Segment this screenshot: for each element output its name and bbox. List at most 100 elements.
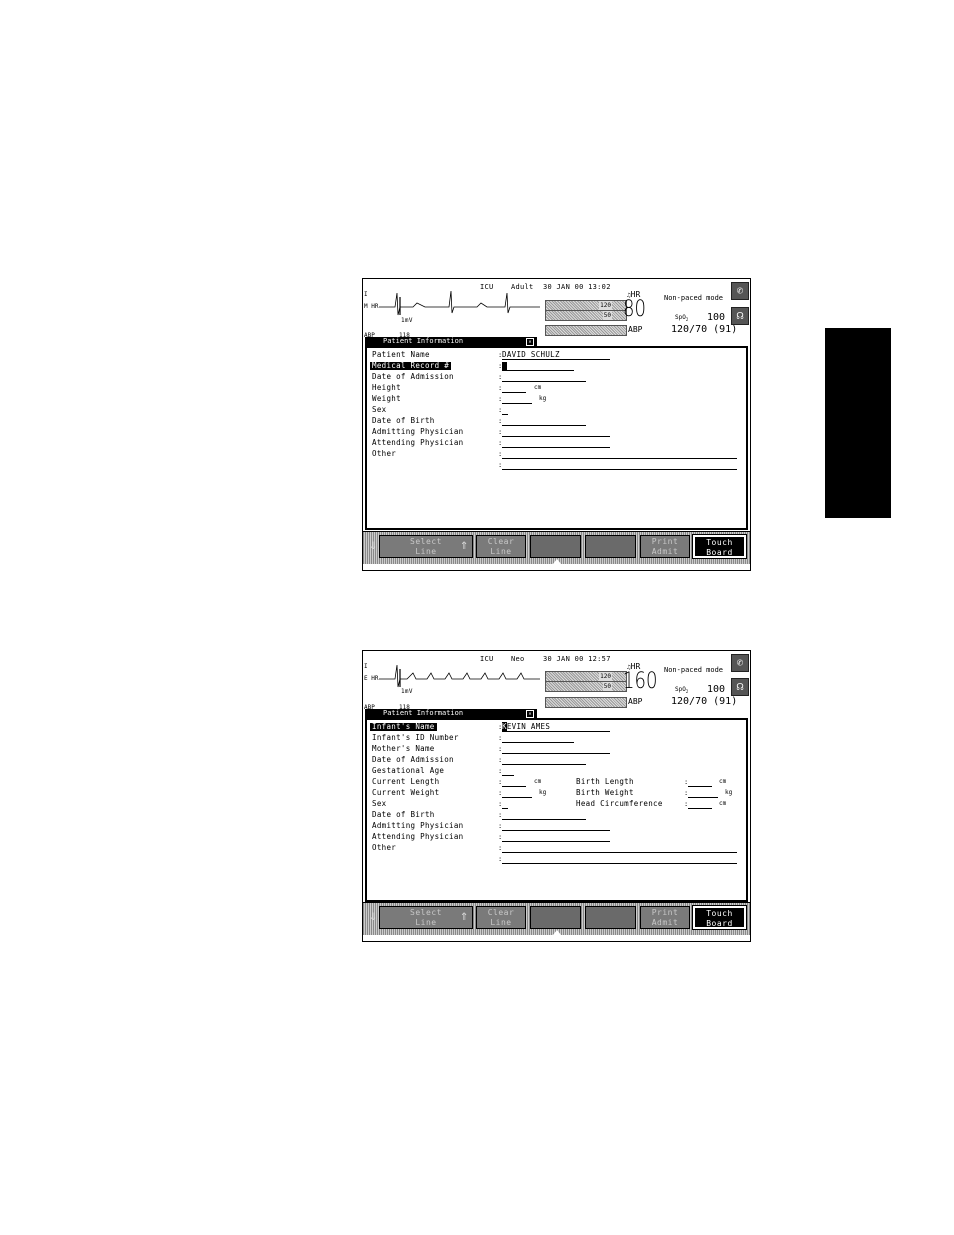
care-unit: ICU bbox=[480, 655, 494, 663]
arrow-up-icon[interactable]: ⇑ bbox=[460, 535, 468, 555]
weight-input[interactable] bbox=[502, 395, 532, 404]
text-cursor bbox=[502, 362, 507, 370]
head-circumference-input[interactable] bbox=[688, 800, 712, 809]
patient-info-form: Infant's Name Infant's ID Number Mother'… bbox=[365, 718, 748, 902]
spo2-value: 100 bbox=[707, 684, 726, 695]
attending-physician-input[interactable] bbox=[502, 833, 610, 842]
hr-value: 160 bbox=[623, 669, 658, 694]
field-label-date-of-admission: Date of Admission bbox=[372, 372, 454, 381]
patient-name-input[interactable]: DAVID SCHULZ bbox=[502, 351, 610, 360]
patient-info-form: Patient Name Medical Record # Date of Ad… bbox=[365, 346, 748, 530]
date-of-birth-input[interactable] bbox=[502, 811, 586, 820]
touch-board-button[interactable]: Touch Board bbox=[692, 534, 747, 559]
other-input-line-2[interactable] bbox=[502, 855, 737, 864]
softkey-blank-2[interactable] bbox=[585, 535, 636, 558]
alarm-silence-icon[interactable]: ☊ bbox=[731, 307, 749, 325]
current-weight-input[interactable] bbox=[502, 789, 532, 798]
field-label-infants-name[interactable]: Infant's Name bbox=[370, 723, 437, 731]
field-label-head-circumference: Head Circumference bbox=[576, 799, 663, 808]
field-label-date-of-birth: Date of Birth bbox=[372, 810, 435, 819]
mothers-name-input[interactable] bbox=[502, 745, 610, 754]
softkey-bar: ⇓ Select Line ⇑ Clear Line Print Admit T… bbox=[363, 531, 750, 564]
arrow-down-icon[interactable]: ⇓ bbox=[369, 535, 377, 555]
admitting-physician-input[interactable] bbox=[502, 822, 610, 831]
height-input[interactable] bbox=[502, 384, 526, 393]
select-line-button[interactable]: Select Line bbox=[379, 535, 473, 558]
date-of-birth-input[interactable] bbox=[502, 417, 586, 426]
close-icon[interactable]: ✕ bbox=[526, 338, 534, 346]
field-label-birth-weight: Birth Weight bbox=[576, 788, 634, 797]
date-of-admission-input[interactable] bbox=[502, 756, 586, 765]
monitor-screen-neo: I E HR 1mV ABP 118 ICU Neo 30 JAN 00 12:… bbox=[362, 650, 751, 942]
infants-id-input[interactable] bbox=[502, 734, 574, 743]
phone-icon[interactable]: ✆ bbox=[731, 282, 749, 300]
field-label-birth-length: Birth Length bbox=[576, 777, 634, 786]
other-input-line-2[interactable] bbox=[502, 461, 737, 470]
sex-input[interactable] bbox=[502, 800, 508, 809]
field-label-height: Height bbox=[372, 383, 401, 392]
select-line-button[interactable]: Select Line bbox=[379, 906, 473, 929]
birth-weight-unit: kg bbox=[725, 789, 733, 796]
softkey-blank-1[interactable] bbox=[530, 535, 581, 558]
window-title: Patient Information bbox=[383, 337, 464, 345]
date-time: 30 JAN 00 12:57 bbox=[543, 655, 611, 663]
hr-alarm-low[interactable]: 50 bbox=[545, 310, 627, 321]
field-label-attending-physician: Attending Physician bbox=[372, 832, 464, 841]
softkey-blank-1[interactable] bbox=[530, 906, 581, 929]
other-input-line-1[interactable] bbox=[502, 450, 737, 459]
phone-icon[interactable]: ✆ bbox=[731, 654, 749, 672]
clear-line-button[interactable]: Clear Line bbox=[476, 535, 526, 558]
birth-length-unit: cm bbox=[719, 778, 727, 785]
field-label-date-of-birth: Date of Birth bbox=[372, 416, 435, 425]
date-time: 30 JAN 00 13:02 bbox=[543, 283, 611, 291]
medical-record-input[interactable] bbox=[502, 362, 574, 371]
window-title-tab: Patient Information ✕ bbox=[365, 337, 537, 346]
touch-board-button[interactable]: Touch Board bbox=[692, 905, 747, 930]
print-admit-button[interactable]: Print Admit bbox=[640, 906, 690, 929]
abp-value: 120/70 (91) bbox=[671, 696, 738, 707]
arrow-down-icon[interactable]: ⇓ bbox=[369, 906, 377, 926]
caret-up-icon bbox=[553, 930, 561, 935]
abp-value: 120/70 (91) bbox=[671, 324, 738, 335]
caret-up-icon bbox=[553, 559, 561, 564]
gestational-age-input[interactable] bbox=[502, 767, 514, 776]
abp-label: ABP bbox=[628, 325, 643, 334]
current-length-unit: cm bbox=[534, 778, 542, 785]
hr-value: 80 bbox=[623, 297, 646, 322]
field-label-current-length: Current Length bbox=[372, 777, 440, 786]
birth-length-input[interactable] bbox=[688, 778, 712, 787]
field-label-other: Other bbox=[372, 449, 397, 458]
patient-type: Neo bbox=[511, 655, 525, 663]
pace-mode: Non-paced mode bbox=[664, 666, 724, 674]
date-of-admission-input[interactable] bbox=[502, 373, 586, 382]
current-length-input[interactable] bbox=[502, 778, 526, 787]
clear-line-button[interactable]: Clear Line bbox=[476, 906, 526, 929]
attending-physician-input[interactable] bbox=[502, 439, 610, 448]
print-admit-button[interactable]: Print Admit bbox=[640, 535, 690, 558]
spo2-value: 100 bbox=[707, 312, 726, 323]
other-input-line-1[interactable] bbox=[502, 844, 737, 853]
ecg-scale-label: 1mV bbox=[401, 317, 413, 324]
patient-type: Adult bbox=[511, 283, 534, 291]
chapter-edge-tab bbox=[825, 328, 891, 518]
abp-alarm-block[interactable] bbox=[545, 697, 627, 708]
hr-alarm-low[interactable]: 50 bbox=[545, 681, 627, 692]
softkey-blank-2[interactable] bbox=[585, 906, 636, 929]
alarm-silence-icon[interactable]: ☊ bbox=[731, 678, 749, 696]
arrow-up-icon[interactable]: ⇑ bbox=[460, 906, 468, 926]
field-label-current-weight: Current Weight bbox=[372, 788, 440, 797]
ecg-scale-label: 1mV bbox=[401, 688, 413, 695]
field-label-medical-record[interactable]: Medical Record # bbox=[370, 362, 452, 370]
field-label-weight: Weight bbox=[372, 394, 401, 403]
infants-name-input[interactable]: KEVIN AMES bbox=[502, 722, 610, 732]
abp-alarm-block[interactable] bbox=[545, 325, 627, 336]
sex-input[interactable] bbox=[502, 406, 508, 415]
softkey-bar: ⇓ Select Line ⇑ Clear Line Print Admit T… bbox=[363, 902, 750, 935]
birth-weight-input[interactable] bbox=[688, 789, 718, 798]
admitting-physician-input[interactable] bbox=[502, 428, 610, 437]
field-label-gestational-age: Gestational Age bbox=[372, 766, 445, 775]
close-icon[interactable]: ✕ bbox=[526, 710, 534, 718]
field-label-other: Other bbox=[372, 843, 397, 852]
spo2-label: SpO2 bbox=[675, 686, 689, 695]
field-label-date-of-admission: Date of Admission bbox=[372, 755, 454, 764]
